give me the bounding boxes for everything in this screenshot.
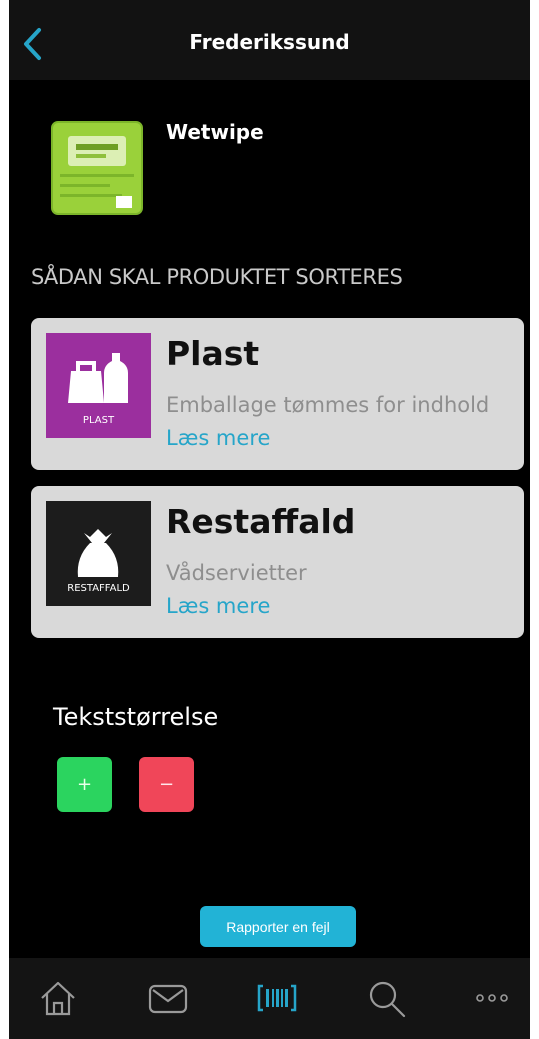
sorting-card-restaffald[interactable]: RESTAFFALD Restaffald Vådservietter Læs … xyxy=(31,486,524,638)
page-title: Frederikssund xyxy=(189,30,350,54)
plast-badge: PLAST xyxy=(46,333,151,438)
app-screen: Frederikssund Wetwipe SÅDAN SKAL PRODUKT… xyxy=(9,0,530,1039)
section-title: SÅDAN SKAL PRODUKTET SORTERES xyxy=(31,265,403,289)
decrease-text-size-button[interactable]: − xyxy=(139,757,194,812)
card-title: Restaffald xyxy=(166,502,356,541)
tab-messages[interactable] xyxy=(143,976,193,1020)
card-title: Plast xyxy=(166,334,260,373)
text-size-label: Tekststørrelse xyxy=(53,703,219,731)
search-icon xyxy=(369,981,406,1018)
header-bar: Frederikssund xyxy=(9,0,530,80)
read-more-link[interactable]: Læs mere xyxy=(166,594,270,618)
tab-scan[interactable] xyxy=(252,976,302,1020)
increase-text-size-button[interactable]: + xyxy=(57,757,112,812)
read-more-link[interactable]: Læs mere xyxy=(166,426,270,450)
product-image xyxy=(46,118,148,218)
plastic-bag-icon xyxy=(68,371,104,403)
tab-home[interactable] xyxy=(33,976,83,1020)
mail-icon xyxy=(148,984,188,1014)
home-icon xyxy=(41,981,75,1016)
tab-search[interactable] xyxy=(361,976,411,1020)
card-description: Emballage tømmes for indhold xyxy=(166,393,490,417)
barcode-scan-icon xyxy=(257,984,297,1012)
card-description: Vådservietter xyxy=(166,561,307,585)
tab-more[interactable] xyxy=(467,976,517,1020)
report-error-button[interactable]: Rapporter en fejl xyxy=(200,906,356,947)
sorting-card-plast[interactable]: PLAST Plast Emballage tømmes for indhold… xyxy=(31,318,524,470)
product-name: Wetwipe xyxy=(166,120,264,144)
restaffald-badge: RESTAFFALD xyxy=(46,501,151,606)
more-icon xyxy=(476,994,508,1002)
bottom-tab-bar xyxy=(9,958,530,1039)
